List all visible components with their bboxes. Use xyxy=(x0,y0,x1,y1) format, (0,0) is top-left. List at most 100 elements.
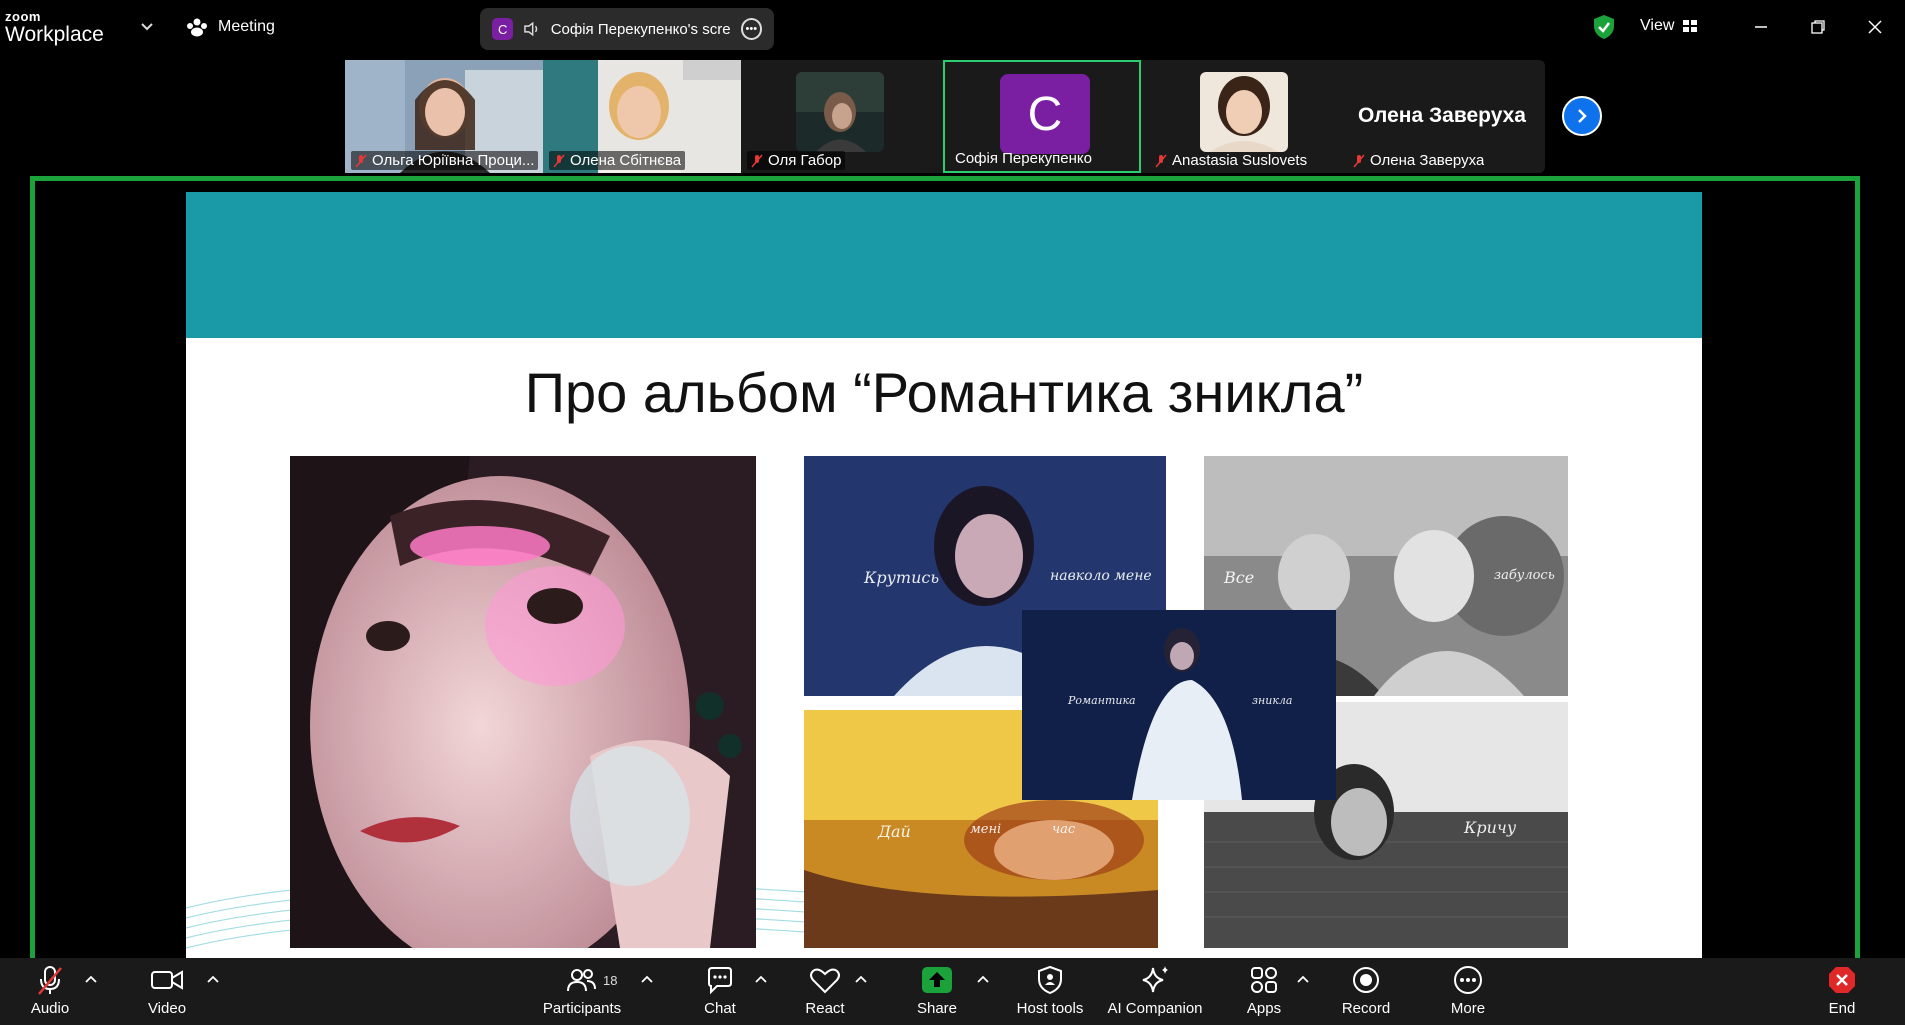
ai-companion-label: AI Companion xyxy=(1107,1000,1203,1017)
video-button[interactable]: Video xyxy=(112,964,222,1017)
end-label: End xyxy=(1828,1000,1856,1017)
chat-button[interactable]: Chat xyxy=(665,964,775,1017)
participant-name: Олена Заверуха xyxy=(1349,151,1488,170)
meeting-menu[interactable]: Meeting xyxy=(186,17,275,37)
close-button[interactable] xyxy=(1862,14,1888,40)
apps-icon xyxy=(1251,967,1277,993)
chevron-up-icon[interactable] xyxy=(206,974,220,984)
view-label: View xyxy=(1640,17,1675,34)
restore-icon xyxy=(1811,20,1825,34)
caption: Кричу xyxy=(1464,818,1517,837)
participant-tile-active[interactable]: C Софія Перекупенко xyxy=(943,60,1141,173)
chevron-up-icon[interactable] xyxy=(84,974,98,984)
more-label: More xyxy=(1450,1000,1486,1017)
sharer-avatar: C xyxy=(492,18,514,40)
audio-label: Audio xyxy=(30,1000,70,1017)
muted-mic-icon xyxy=(1155,154,1167,167)
participant-name: Софія Перекупенко xyxy=(955,150,1092,167)
minimize-button[interactable] xyxy=(1748,14,1774,40)
participant-thumbnail-strip: Ольга Юріївна Проци... Олена Сбітнєва Ол… xyxy=(345,60,1545,173)
minimize-icon xyxy=(1755,26,1767,28)
react-button[interactable]: React xyxy=(770,964,880,1017)
brand-small: zoom xyxy=(5,9,41,24)
sparkle-icon xyxy=(1142,966,1168,993)
caption: зникла xyxy=(1252,694,1293,707)
participant-photo xyxy=(1200,72,1288,152)
share-button[interactable]: Share xyxy=(882,964,992,1017)
host-tools-label: Host tools xyxy=(1016,1000,1084,1017)
slide-title: Про альбом “Романтика зникла” xyxy=(524,361,1364,424)
grid-icon xyxy=(1683,20,1698,32)
restore-button[interactable] xyxy=(1805,14,1831,40)
participants-label: Participants xyxy=(542,1000,622,1017)
participant-name: Оля Габор xyxy=(747,151,846,170)
caption: мені xyxy=(970,822,1002,837)
chevron-up-icon[interactable] xyxy=(640,974,654,984)
chevron-up-icon[interactable] xyxy=(1296,974,1310,984)
muted-mic-icon xyxy=(355,154,367,167)
view-button[interactable]: View xyxy=(1640,17,1698,35)
share-screen-icon xyxy=(922,967,952,993)
presentation-slide: Про альбом “Романтика зникла” Крутись на… xyxy=(186,192,1702,958)
participant-tile[interactable]: Олена Заверуха Олена Заверуха xyxy=(1343,60,1541,173)
participants-button[interactable]: Participants xyxy=(527,964,637,1017)
muted-mic-icon xyxy=(751,154,763,167)
share-label: Share xyxy=(916,1000,958,1017)
participant-big-name: Олена Заверуха xyxy=(1358,104,1526,127)
close-icon xyxy=(1868,20,1882,34)
participant-avatar: C xyxy=(1000,74,1090,154)
participant-name: Олена Сбітнєва xyxy=(549,151,686,170)
record-icon xyxy=(1353,967,1379,993)
caption: час xyxy=(1052,822,1076,837)
record-label: Record xyxy=(1341,1000,1391,1017)
more-options-icon[interactable]: ••• xyxy=(740,18,762,40)
muted-mic-icon xyxy=(1353,154,1365,167)
participant-tile[interactable]: Ольга Юріївна Проци... xyxy=(345,60,543,173)
chevron-down-icon[interactable] xyxy=(138,18,156,36)
video-camera-icon xyxy=(151,970,183,990)
muted-mic-icon xyxy=(553,154,565,167)
chevron-up-icon[interactable] xyxy=(976,974,990,984)
participant-name: Anastasia Suslovets xyxy=(1151,151,1311,170)
end-meeting-button[interactable]: End xyxy=(1787,964,1897,1017)
participant-tile[interactable]: Оля Габор xyxy=(741,60,939,173)
screen-share-indicator[interactable]: C Софія Перекупенко's screen ••• xyxy=(480,8,774,50)
zoom-workplace-logo[interactable]: zoom Workplace xyxy=(5,10,104,45)
shield-check-icon[interactable] xyxy=(1592,14,1616,40)
album-photo-portrait xyxy=(290,456,756,948)
react-label: React xyxy=(805,1000,845,1017)
paw-icon xyxy=(187,18,207,37)
apps-label: Apps xyxy=(1246,1000,1282,1017)
heart-icon xyxy=(810,968,840,994)
caption: Романтика xyxy=(1068,694,1136,707)
muted-mic-icon xyxy=(38,966,62,995)
participants-icon xyxy=(567,969,596,992)
more-button[interactable]: More xyxy=(1413,964,1523,1017)
participant-photo xyxy=(796,72,884,152)
brand-big: Workplace xyxy=(5,23,104,46)
participant-tile[interactable]: Олена Сбітнєва xyxy=(543,60,741,173)
ai-companion-button[interactable]: AI Companion xyxy=(1100,964,1210,1017)
participant-tile[interactable]: Anastasia Suslovets xyxy=(1145,60,1343,173)
end-call-icon xyxy=(1829,967,1855,993)
participant-name: Ольга Юріївна Проци... xyxy=(351,151,539,170)
caption: Все xyxy=(1224,568,1255,587)
chevron-up-icon[interactable] xyxy=(754,974,768,984)
meeting-label: Meeting xyxy=(218,18,275,35)
chevron-up-icon[interactable] xyxy=(854,974,868,984)
audio-button[interactable]: Audio xyxy=(0,964,105,1017)
caption: забулось xyxy=(1494,568,1555,583)
chat-label: Chat xyxy=(704,1000,736,1017)
share-label: Софія Перекупенко's screen xyxy=(550,20,731,38)
host-tools-button[interactable]: Host tools xyxy=(995,964,1105,1017)
next-page-button[interactable] xyxy=(1562,96,1602,136)
shield-icon xyxy=(1038,965,1062,995)
participants-count: 18 xyxy=(603,973,618,988)
apps-button[interactable]: Apps xyxy=(1209,964,1319,1017)
caption: Дай xyxy=(878,822,911,841)
video-label: Video xyxy=(147,1000,187,1017)
caption: навколо мене xyxy=(1050,568,1152,584)
record-button[interactable]: Record xyxy=(1311,964,1421,1017)
chevron-right-icon xyxy=(1578,109,1587,123)
more-icon xyxy=(1454,966,1482,994)
